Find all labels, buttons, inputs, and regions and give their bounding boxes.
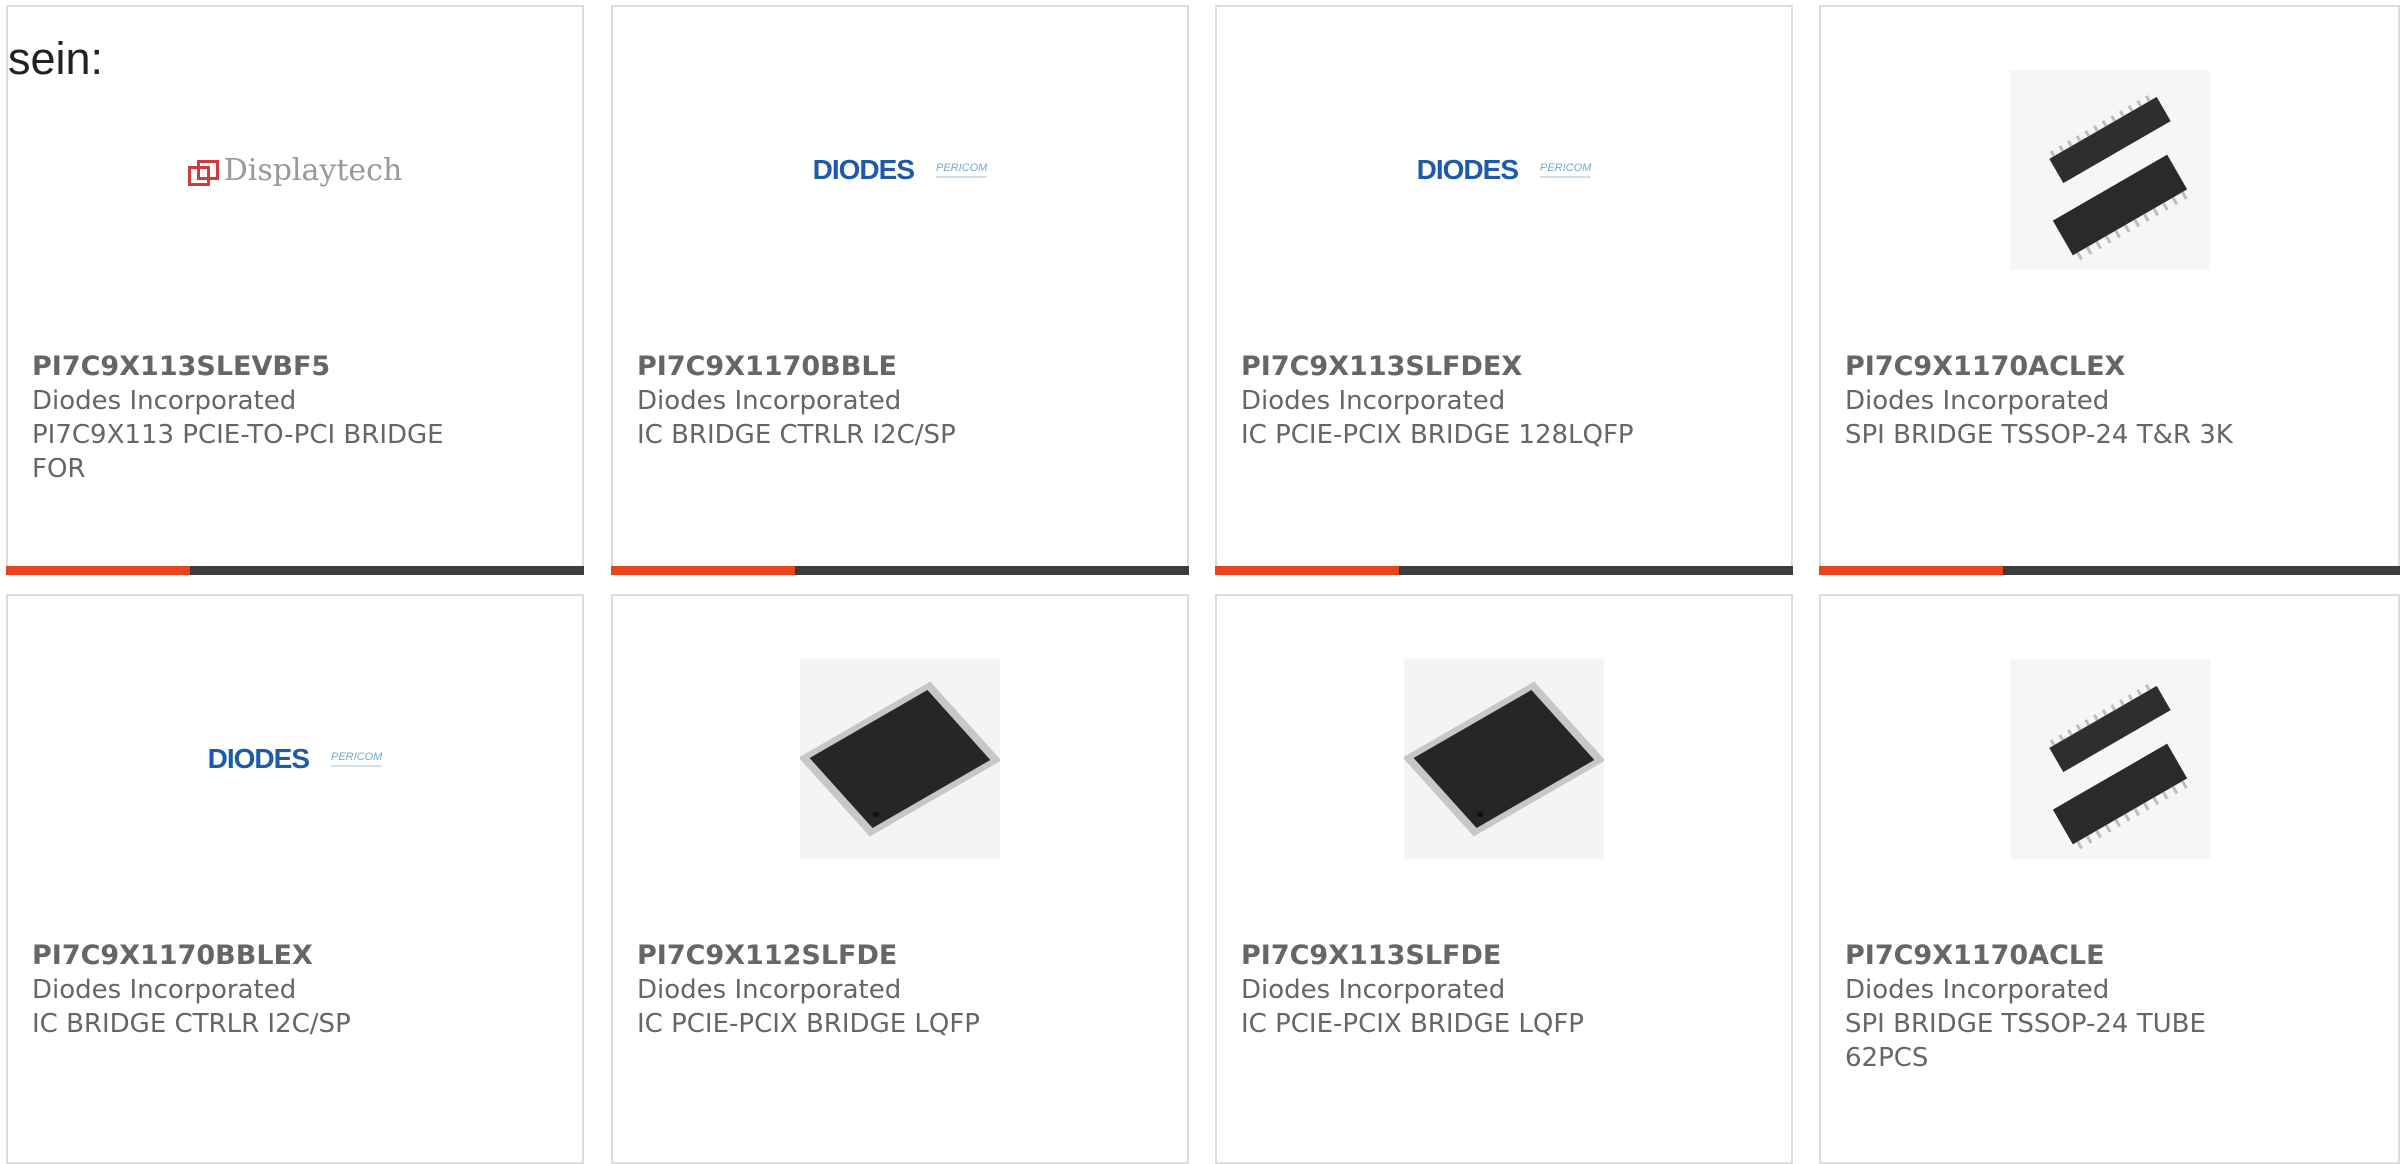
description: PI7C9X113 PCIE-TO-PCI BRIDGE FOR (32, 420, 444, 484)
diodes-pericom-logo: DIODES PERICOM (812, 154, 988, 185)
product-image[interactable] (1821, 654, 2398, 864)
description: IC BRIDGE CTRLR I2C/SP (637, 420, 956, 450)
part-number-link[interactable]: PI7C9X113SLFDE (1241, 939, 1767, 973)
card-progress-bar (611, 566, 1189, 575)
product-card[interactable]: DIODES PERICOM PI7C9X1170BBLEX Diodes In… (6, 594, 584, 1164)
card-progress-bar (1215, 566, 1793, 575)
card-accent (6, 566, 190, 575)
product-image[interactable]: DIODES PERICOM (8, 654, 582, 864)
card-progress-bar (6, 566, 584, 575)
product-image[interactable] (613, 654, 1187, 864)
description: IC PCIE-PCIX BRIDGE LQFP (637, 1009, 980, 1039)
part-number-link[interactable]: PI7C9X1170ACLEX (1845, 350, 2374, 384)
product-card[interactable]: PI7C9X1170ACLE Diodes Incorporated SPI B… (1819, 594, 2400, 1164)
product-image[interactable] (1821, 65, 2398, 275)
product-image[interactable]: Displaytech (8, 65, 582, 275)
product-image[interactable]: DIODES PERICOM (1217, 65, 1791, 275)
part-number-link[interactable]: PI7C9X1170BBLE (637, 350, 1163, 384)
description: SPI BRIDGE TSSOP-24 TUBE 62PCS (1845, 1009, 2206, 1073)
card-progress-bar (1819, 566, 2400, 575)
manufacturer: Diodes Incorporated (1241, 386, 1506, 416)
displaytech-logo: Displaytech (187, 153, 402, 188)
description: SPI BRIDGE TSSOP-24 T&R 3K (1845, 420, 2233, 450)
product-card[interactable]: DIODES PERICOM PI7C9X1170BBLE Diodes Inc… (611, 5, 1189, 575)
manufacturer: Diodes Incorporated (637, 386, 902, 416)
card-accent (1819, 566, 2003, 575)
part-number-link[interactable]: PI7C9X113SLFDEX (1241, 350, 1767, 384)
diodes-pericom-logo: DIODES PERICOM (1416, 154, 1592, 185)
product-card[interactable]: PI7C9X112SLFDE Diodes Incorporated IC PC… (611, 594, 1189, 1164)
lqfp-chip-photo (800, 659, 1000, 859)
diodes-pericom-logo: DIODES PERICOM (207, 743, 383, 774)
part-number-link[interactable]: PI7C9X112SLFDE (637, 939, 1163, 973)
manufacturer: Diodes Incorporated (32, 975, 297, 1005)
description: IC PCIE-PCIX BRIDGE LQFP (1241, 1009, 1584, 1039)
manufacturer: Diodes Incorporated (1845, 975, 2110, 1005)
displaytech-logo-icon (187, 159, 219, 186)
card-accent (1215, 566, 1399, 575)
card-accent (611, 566, 795, 575)
product-image[interactable]: DIODES PERICOM (613, 65, 1187, 275)
product-grid: Displaytech PI7C9X113SLEVBF5 Diodes Inco… (0, 0, 2400, 1164)
product-card[interactable]: Displaytech PI7C9X113SLEVBF5 Diodes Inco… (6, 5, 584, 575)
product-card[interactable]: DIODES PERICOM PI7C9X113SLFDEX Diodes In… (1215, 5, 1793, 575)
description: IC BRIDGE CTRLR I2C/SP (32, 1009, 351, 1039)
lqfp-chip-photo (1404, 659, 1604, 859)
manufacturer: Diodes Incorporated (1241, 975, 1506, 1005)
product-card[interactable]: PI7C9X113SLFDE Diodes Incorporated IC PC… (1215, 594, 1793, 1164)
tssop-chip-photo (2009, 70, 2210, 270)
part-number-link[interactable]: PI7C9X113SLEVBF5 (32, 350, 558, 384)
manufacturer: Diodes Incorporated (637, 975, 902, 1005)
manufacturer: Diodes Incorporated (32, 386, 297, 416)
description: IC PCIE-PCIX BRIDGE 128LQFP (1241, 420, 1634, 450)
intro-text: sein: (8, 33, 104, 84)
part-number-link[interactable]: PI7C9X1170ACLE (1845, 939, 2374, 973)
product-card[interactable]: PI7C9X1170ACLEX Diodes Incorporated SPI … (1819, 5, 2400, 575)
part-number-link[interactable]: PI7C9X1170BBLEX (32, 939, 558, 973)
product-image[interactable] (1217, 654, 1791, 864)
manufacturer: Diodes Incorporated (1845, 386, 2110, 416)
tssop-chip-photo (2009, 659, 2210, 859)
